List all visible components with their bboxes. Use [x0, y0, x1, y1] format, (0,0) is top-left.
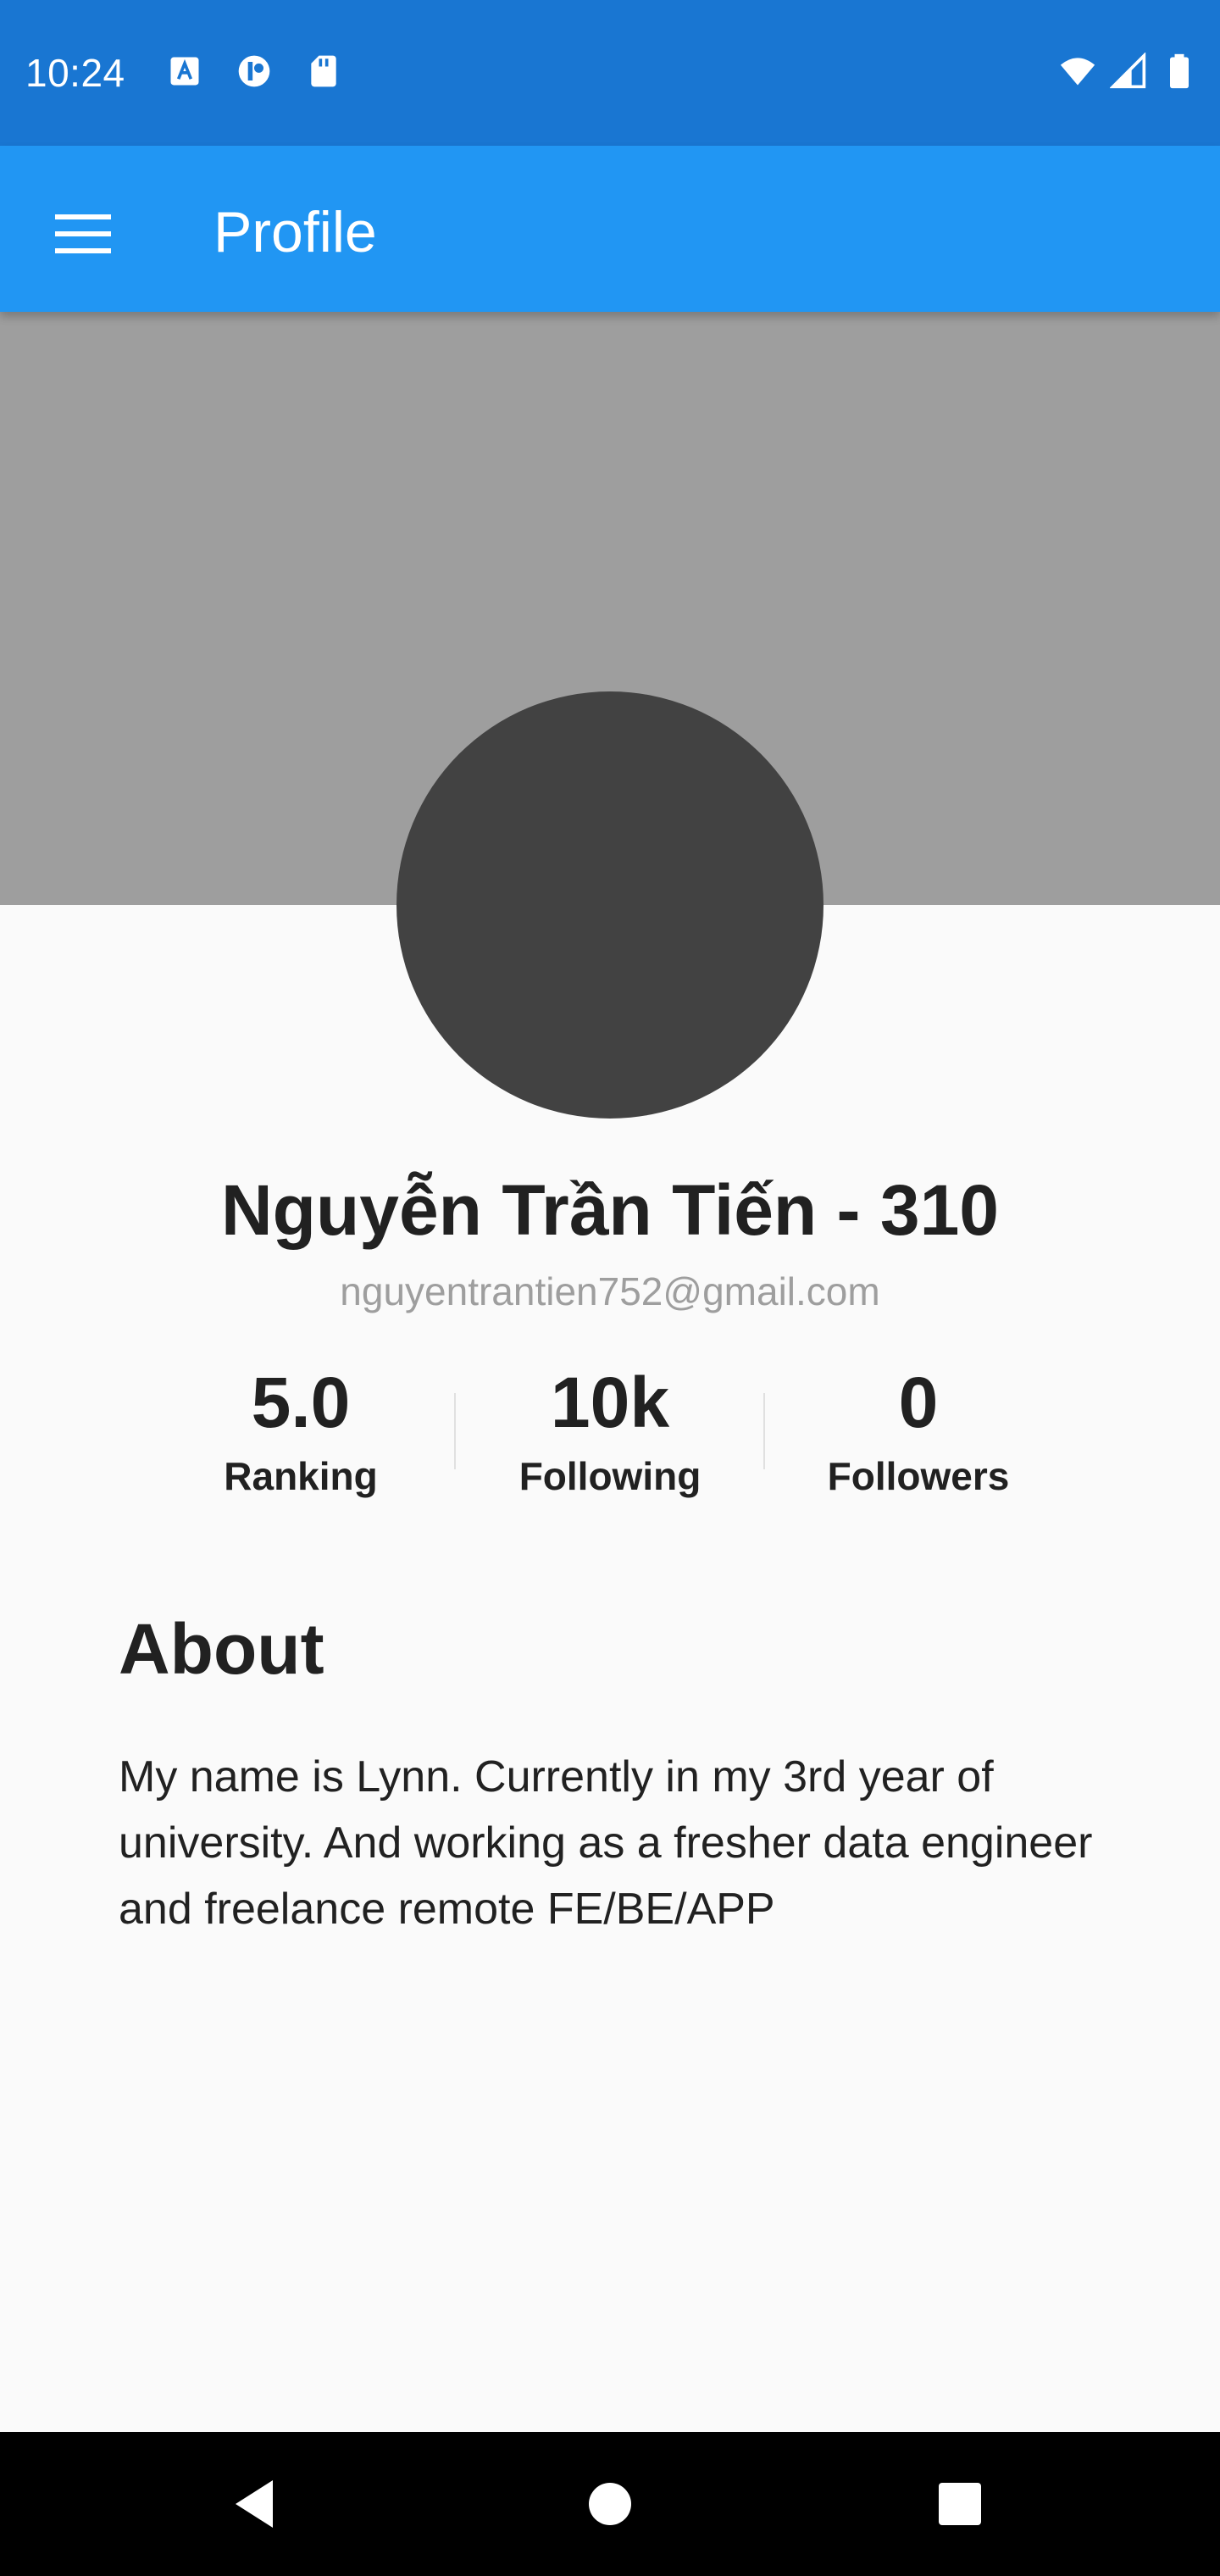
status-time: 10:24 [25, 51, 125, 95]
back-icon [236, 2480, 273, 2528]
system-nav-bar [0, 2432, 1220, 2576]
stat-ranking[interactable]: 5.0 Ranking [174, 1356, 428, 1500]
status-bar: 10:24 [0, 0, 1220, 146]
wifi-icon [1060, 58, 1095, 86]
stats-row: 5.0 Ranking 10k Following 0 Followers [0, 1356, 1220, 1508]
recents-button[interactable] [909, 2453, 1011, 2555]
stat-label: Following [518, 1454, 702, 1498]
stat-divider [454, 1393, 456, 1469]
cell-signal-icon [1110, 53, 1146, 89]
stat-value: 0 [898, 1363, 939, 1442]
sd-card-icon [311, 55, 336, 87]
stat-value: 5.0 [251, 1363, 351, 1442]
about-heading: About [119, 1609, 324, 1689]
stat-label: Ranking [224, 1454, 378, 1498]
notification-circle-icon [238, 55, 270, 87]
profile-name: Nguyễn Trần Tiến - 310 [220, 1170, 1000, 1250]
about-text: My name is Lynn. Currently in my 3rd yea… [119, 1752, 1093, 1934]
recents-icon [939, 2483, 981, 2525]
stat-followers[interactable]: 0 Followers [791, 1356, 1045, 1500]
home-icon [589, 2483, 631, 2525]
hamburger-menu-icon [55, 214, 111, 253]
app-bar: Profile [0, 146, 1220, 312]
home-button[interactable] [559, 2453, 661, 2555]
back-button[interactable] [203, 2453, 305, 2555]
stat-label: Followers [827, 1454, 1010, 1498]
profile-email: nguyentrantien752@gmail.com [340, 1269, 880, 1313]
avatar[interactable] [396, 691, 824, 1119]
page-title: Profile [214, 200, 377, 264]
stat-divider [763, 1393, 765, 1469]
a-box-icon [170, 57, 199, 86]
battery-icon [1170, 53, 1189, 89]
stat-value: 10k [550, 1363, 670, 1442]
stat-following[interactable]: 10k Following [483, 1356, 737, 1500]
menu-button[interactable] [42, 193, 124, 275]
